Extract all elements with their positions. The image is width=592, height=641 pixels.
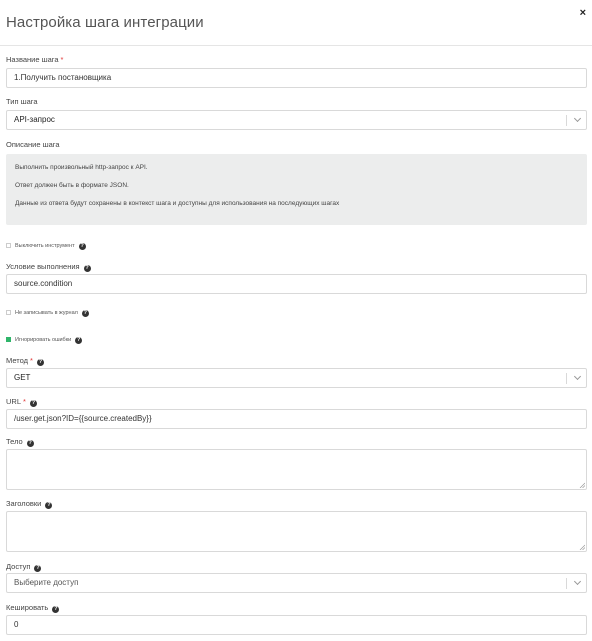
step-name-input[interactable]: 1.Получить постановщика [6, 68, 587, 88]
cache-input[interactable]: 0 [6, 615, 587, 635]
step-type-select[interactable]: API-запрос [6, 110, 587, 130]
resize-handle-icon[interactable] [579, 544, 585, 550]
help-icon[interactable]: ? [83, 265, 91, 272]
resize-handle-icon[interactable] [579, 482, 585, 488]
close-icon[interactable]: × [580, 7, 586, 19]
description-box: Выполнить произвольный http-запрос к API… [6, 154, 587, 225]
select-separator [566, 115, 567, 126]
help-icon[interactable]: ? [75, 337, 83, 344]
no-log-checkbox[interactable] [6, 310, 11, 315]
method-label: Метод *? [6, 356, 44, 366]
step-name-label: Название шага * [6, 55, 64, 64]
help-icon[interactable]: ? [81, 310, 89, 317]
help-icon[interactable]: ? [78, 243, 86, 250]
help-icon[interactable]: ? [29, 400, 37, 407]
chevron-down-icon[interactable] [573, 577, 582, 586]
access-placeholder: Выберите доступ [14, 578, 79, 587]
access-label: Доступ? [6, 562, 42, 572]
description-label: Описание шага [6, 140, 60, 149]
cache-label: Кешировать? [6, 603, 60, 613]
required-mark: * [60, 55, 64, 64]
method-select[interactable]: GET [6, 368, 587, 388]
step-type-label: Тип шага [6, 97, 38, 106]
select-separator [566, 578, 567, 589]
headers-textarea[interactable] [6, 511, 587, 552]
chevron-down-icon[interactable] [573, 114, 582, 123]
no-log-label: Не записывать в журнал [15, 310, 78, 316]
description-line: Данные из ответа будут сохранены в конте… [15, 200, 340, 207]
body-textarea[interactable] [6, 449, 587, 490]
help-icon[interactable]: ? [34, 565, 42, 572]
body-label: Тело? [6, 437, 34, 447]
no-log-row[interactable]: Не записывать в журнал? [6, 310, 89, 317]
select-separator [566, 373, 567, 384]
help-icon[interactable]: ? [36, 359, 44, 366]
step-type-value: API-запрос [14, 115, 55, 124]
url-label: URL *? [6, 397, 37, 407]
dialog-title: Настройка шага интеграции [6, 14, 204, 31]
condition-label: Условие выполнения? [6, 262, 91, 272]
help-icon[interactable]: ? [45, 502, 53, 509]
disable-tool-checkbox[interactable] [6, 243, 11, 248]
help-icon[interactable]: ? [26, 440, 34, 447]
headers-label: Заголовки? [6, 499, 53, 509]
access-select[interactable]: Выберите доступ [6, 573, 587, 593]
required-mark: * [30, 356, 33, 365]
ignore-errors-checkbox[interactable] [6, 337, 11, 342]
disable-tool-row[interactable]: Выключить инструмент? [6, 243, 86, 250]
dialog-header: Настройка шага интеграции × [0, 0, 592, 46]
chevron-down-icon[interactable] [573, 372, 582, 381]
method-value: GET [14, 373, 31, 382]
condition-input[interactable]: source.condition [6, 274, 587, 294]
help-icon[interactable]: ? [52, 606, 60, 613]
ignore-errors-row[interactable]: Игнорировать ошибки? [6, 337, 83, 344]
url-input[interactable]: /user.get.json?ID={{source.createdBy}} [6, 409, 587, 429]
ignore-errors-label: Игнорировать ошибки [15, 337, 72, 343]
required-mark: * [23, 397, 26, 406]
disable-tool-label: Выключить инструмент [15, 243, 75, 249]
description-line: Выполнить произвольный http-запрос к API… [15, 164, 148, 171]
description-line: Ответ должен быть в формате JSON. [15, 182, 129, 189]
